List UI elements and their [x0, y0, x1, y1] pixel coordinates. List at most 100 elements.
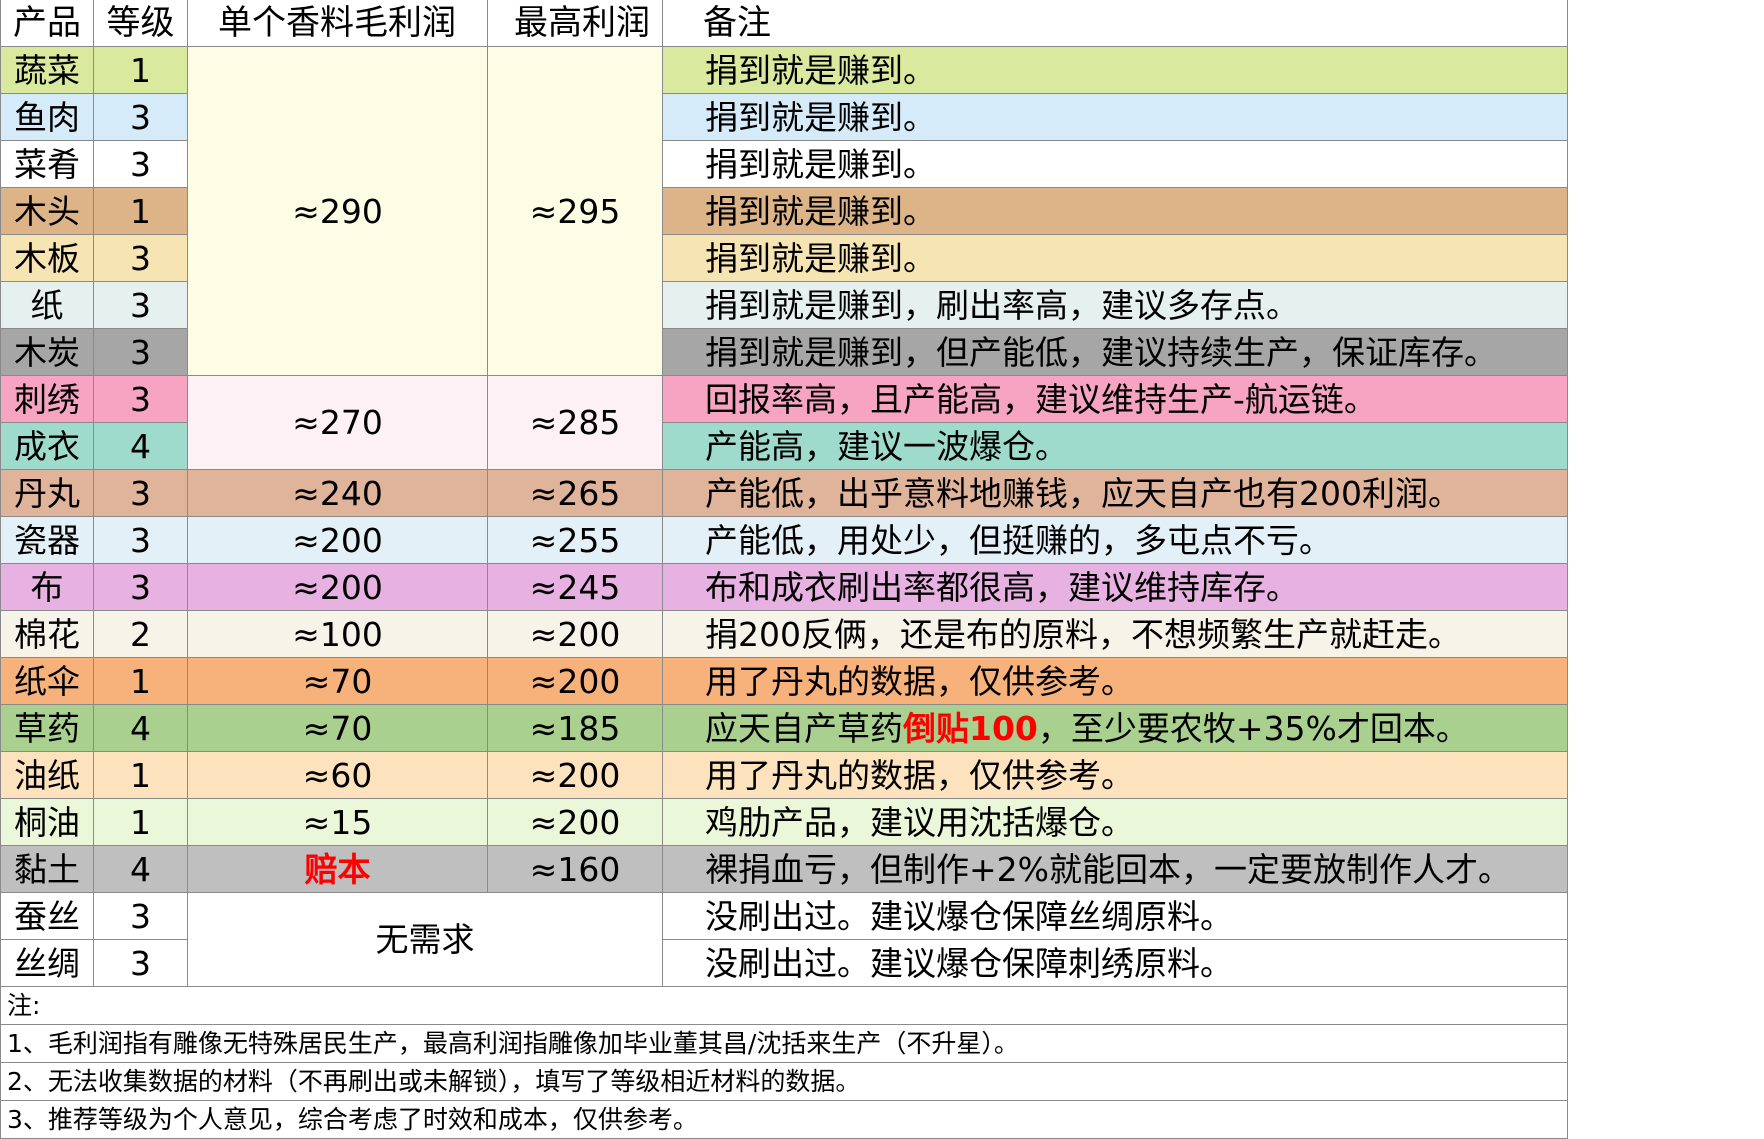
cell-remark: 鸡肋产品，建议用沈括爆仓。: [662, 798, 1568, 846]
cell-max-profit: ≈185: [487, 704, 663, 752]
cell-product: 纸伞: [0, 657, 94, 705]
cell-level: 4: [93, 704, 188, 752]
cell-level: 3: [93, 140, 188, 188]
cell-product: 桐油: [0, 798, 94, 846]
cell-product: 蚕丝: [0, 892, 94, 940]
cell-level: 1: [93, 187, 188, 235]
table-row: 蔬菜 1 ≈290 ≈295 捐到就是赚到。: [0, 46, 1568, 376]
note-row: 2、无法收集数据的材料（不再刷出或未解锁），填写了等级相近材料的数据。: [0, 1062, 1568, 1101]
table-row: 丹丸 3 ≈240 ≈265 产能低，出乎意料地赚钱，应天自产也有200利润。: [0, 469, 1568, 517]
cell-max-profit: ≈200: [487, 751, 663, 799]
table-row: 蚕丝 3 无需求 没刷出过。建议爆仓保障丝绸原料。: [0, 892, 1568, 987]
cell-product: 木头: [0, 187, 94, 235]
table-row: 油纸 1 ≈60 ≈200 用了丹丸的数据，仅供参考。: [0, 751, 1568, 799]
remark-part-b: ，至少要农牧+35%才回本。: [1037, 708, 1469, 748]
cell-product: 成衣: [0, 422, 94, 470]
cell-remark: 布和成衣刷出率都很高，建议维持库存。: [662, 563, 1568, 611]
cell-level: 1: [93, 798, 188, 846]
cell-remark: 没刷出过。建议爆仓保障刺绣原料。: [662, 939, 1568, 987]
cell-remark: 捐到就是赚到。: [662, 140, 1568, 188]
cell-no-demand: 无需求: [187, 892, 663, 987]
cell-remark: 捐到就是赚到。: [662, 93, 1568, 141]
cell-level: 3: [93, 375, 188, 423]
cell-profit: ≈70: [187, 704, 488, 752]
cell-level: 3: [93, 93, 188, 141]
cell-remark: 应天自产草药倒贴100，至少要农牧+35%才回本。: [662, 704, 1568, 752]
cell-level: 3: [93, 516, 188, 564]
remark-highlight: 倒贴100: [903, 708, 1038, 748]
cell-product: 纸: [0, 281, 94, 329]
note-line-2: 2、无法收集数据的材料（不再刷出或未解锁），填写了等级相近材料的数据。: [0, 1062, 1568, 1101]
cell-remark: 产能低，用处少，但挺赚的，多屯点不亏。: [662, 516, 1568, 564]
cell-level: 3: [93, 939, 188, 987]
cell-profit: ≈240: [187, 469, 488, 517]
cell-product: 丝绸: [0, 939, 94, 987]
cell-max-profit: ≈245: [487, 563, 663, 611]
cell-remark: 捐到就是赚到，刷出率高，建议多存点。: [662, 281, 1568, 329]
cell-remark: 没刷出过。建议爆仓保障丝绸原料。: [662, 892, 1568, 940]
cell-max-profit: ≈200: [487, 610, 663, 658]
cell-level: 1: [93, 46, 188, 94]
cell-remark: 裸捐血亏，但制作+2%就能回本，一定要放制作人才。: [662, 845, 1568, 893]
cell-remark: 产能高，建议一波爆仓。: [662, 422, 1568, 470]
cell-profit-group-2: ≈270: [187, 375, 488, 470]
cell-remark: 用了丹丸的数据，仅供参考。: [662, 751, 1568, 799]
product-table: 产品 等级 单个香料毛利润 最高利润 备注 蔬菜 1 ≈290 ≈295 捐到就…: [0, 0, 1568, 1139]
cell-max-profit: ≈265: [487, 469, 663, 517]
note-heading: 注:: [0, 986, 1568, 1025]
table-row: 刺绣 3 ≈270 ≈285 回报率高，且产能高，建议维持生产-航运链。: [0, 375, 1568, 470]
header-remark: 备注: [662, 0, 1568, 47]
cell-profit-group-1: ≈290: [187, 46, 488, 376]
cell-level: 3: [93, 234, 188, 282]
cell-profit: ≈200: [187, 563, 488, 611]
header-max-profit: 最高利润: [487, 0, 663, 47]
cell-remark: 捐到就是赚到。: [662, 46, 1568, 94]
cell-remark: 捐到就是赚到。: [662, 234, 1568, 282]
table-row: 草药 4 ≈70 ≈185 应天自产草药倒贴100，至少要农牧+35%才回本。: [0, 704, 1568, 752]
cell-product: 蔬菜: [0, 46, 94, 94]
cell-remark: 捐到就是赚到。: [662, 187, 1568, 235]
cell-level: 4: [93, 845, 188, 893]
cell-level: 3: [93, 469, 188, 517]
cell-product: 菜肴: [0, 140, 94, 188]
table-row: 纸伞 1 ≈70 ≈200 用了丹丸的数据，仅供参考。: [0, 657, 1568, 705]
cell-product: 黏土: [0, 845, 94, 893]
cell-product: 丹丸: [0, 469, 94, 517]
cell-product: 刺绣: [0, 375, 94, 423]
header-product: 产品: [0, 0, 94, 47]
note-row: 1、毛利润指有雕像无特殊居民生产，最高利润指雕像加毕业董其昌/沈括来生产（不升星…: [0, 1024, 1568, 1063]
cell-product: 木板: [0, 234, 94, 282]
cell-product: 油纸: [0, 751, 94, 799]
cell-product: 棉花: [0, 610, 94, 658]
note-line-3: 3、推荐等级为个人意见，综合考虑了时效和成本，仅供参考。: [0, 1100, 1568, 1139]
cell-level: 1: [93, 657, 188, 705]
cell-profit: ≈60: [187, 751, 488, 799]
cell-level: 2: [93, 610, 188, 658]
note-row: 3、推荐等级为个人意见，综合考虑了时效和成本，仅供参考。: [0, 1100, 1568, 1139]
cell-profit: ≈100: [187, 610, 488, 658]
cell-product: 鱼肉: [0, 93, 94, 141]
note-row: 注:: [0, 986, 1568, 1025]
header-level: 等级: [93, 0, 188, 47]
header-row: 产品 等级 单个香料毛利润 最高利润 备注: [0, 0, 1568, 47]
cell-profit: ≈15: [187, 798, 488, 846]
cell-remark: 产能低，出乎意料地赚钱，应天自产也有200利润。: [662, 469, 1568, 517]
cell-max-profit: ≈200: [487, 657, 663, 705]
cell-product: 草药: [0, 704, 94, 752]
cell-profit-loss: 赔本: [187, 845, 488, 893]
cell-level: 3: [93, 563, 188, 611]
cell-level: 4: [93, 422, 188, 470]
cell-max-profit-group-1: ≈295: [487, 46, 663, 376]
cell-level: 3: [93, 281, 188, 329]
cell-max-profit: ≈255: [487, 516, 663, 564]
note-line-1: 1、毛利润指有雕像无特殊居民生产，最高利润指雕像加毕业董其昌/沈括来生产（不升星…: [0, 1024, 1568, 1063]
cell-max-profit-group-2: ≈285: [487, 375, 663, 470]
table-row: 棉花 2 ≈100 ≈200 捐200反俩，还是布的原料，不想频繁生产就赶走。: [0, 610, 1568, 658]
cell-level: 1: [93, 751, 188, 799]
cell-max-profit: ≈160: [487, 845, 663, 893]
cell-remark: 捐到就是赚到，但产能低，建议持续生产，保证库存。: [662, 328, 1568, 376]
cell-max-profit: ≈200: [487, 798, 663, 846]
remark-part-a: 应天自产草药: [705, 708, 903, 748]
table-row: 布 3 ≈200 ≈245 布和成衣刷出率都很高，建议维持库存。: [0, 563, 1568, 611]
table-row: 黏土 4 赔本 ≈160 裸捐血亏，但制作+2%就能回本，一定要放制作人才。: [0, 845, 1568, 893]
